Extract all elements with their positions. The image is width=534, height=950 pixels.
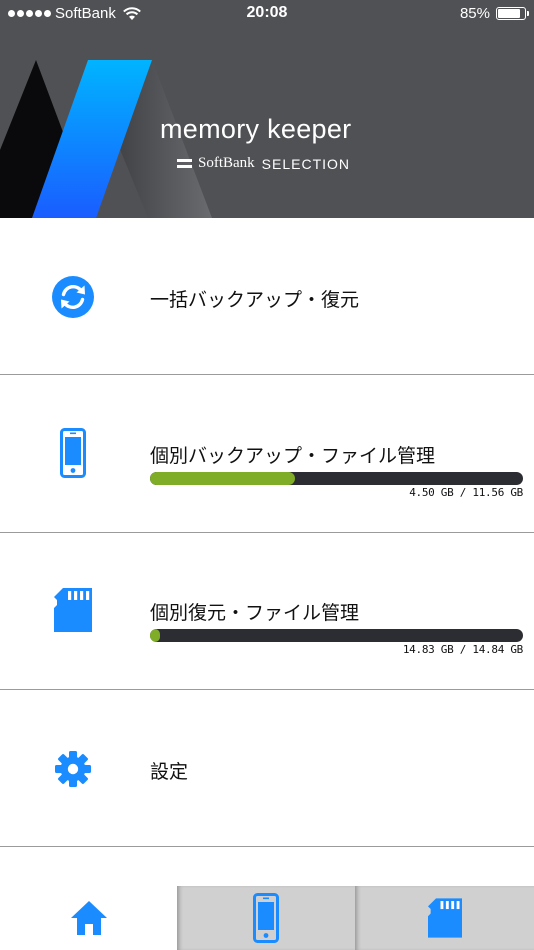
menu-item-label: 設定: [150, 761, 189, 783]
sd-card-icon: [50, 585, 96, 635]
status-time: 20:08: [246, 4, 288, 21]
brand-name: SoftBank: [198, 155, 255, 171]
softbank-mark-icon: [177, 159, 192, 168]
menu-item-label: 個別バックアップ・ファイル管理: [150, 445, 436, 467]
home-icon: [70, 901, 107, 935]
gear-icon: [50, 744, 96, 794]
app-header: memory keeper SoftBank SELECTION: [0, 0, 534, 218]
tab-device[interactable]: [177, 886, 355, 950]
brand-suffix: SELECTION: [261, 155, 351, 172]
tab-bar: [0, 886, 534, 950]
memory-keeper-logo-art: [0, 60, 212, 218]
menu-item-individual-restore[interactable]: 個別復元・ファイル管理 14.83 GB / 14.84 GB: [0, 533, 534, 690]
battery-icon: [496, 7, 529, 20]
battery-percent: 85%: [459, 5, 490, 22]
smartphone-icon: [50, 428, 96, 478]
menu-item-label: 一括バックアップ・復元: [150, 289, 360, 311]
menu-item-individual-backup[interactable]: 個別バックアップ・ファイル管理 4.50 GB / 11.56 GB: [0, 376, 534, 533]
status-bar: SoftBank 20:08 85%: [0, 0, 534, 28]
sync-icon: [50, 272, 96, 322]
sd-card-icon: [427, 898, 462, 938]
menu-item-settings[interactable]: 設定: [0, 690, 534, 847]
storage-usage-text: 4.50 GB / 11.56 GB: [409, 486, 523, 499]
tab-home[interactable]: [0, 886, 177, 950]
smartphone-icon: [253, 893, 279, 943]
menu-item-label: 個別復元・ファイル管理: [150, 602, 360, 624]
app-title: memory keeper: [160, 114, 352, 144]
storage-usage-bar: [150, 472, 523, 485]
storage-usage-text: 14.83 GB / 14.84 GB: [402, 643, 523, 656]
storage-usage-fill: [150, 472, 296, 485]
storage-usage-fill: [150, 629, 160, 642]
brand-logo: SoftBank SELECTION: [177, 155, 350, 172]
storage-usage-bar: [150, 629, 523, 642]
tab-sd-card[interactable]: [355, 886, 534, 950]
menu-item-bulk-backup-restore[interactable]: 一括バックアップ・復元: [0, 218, 534, 375]
